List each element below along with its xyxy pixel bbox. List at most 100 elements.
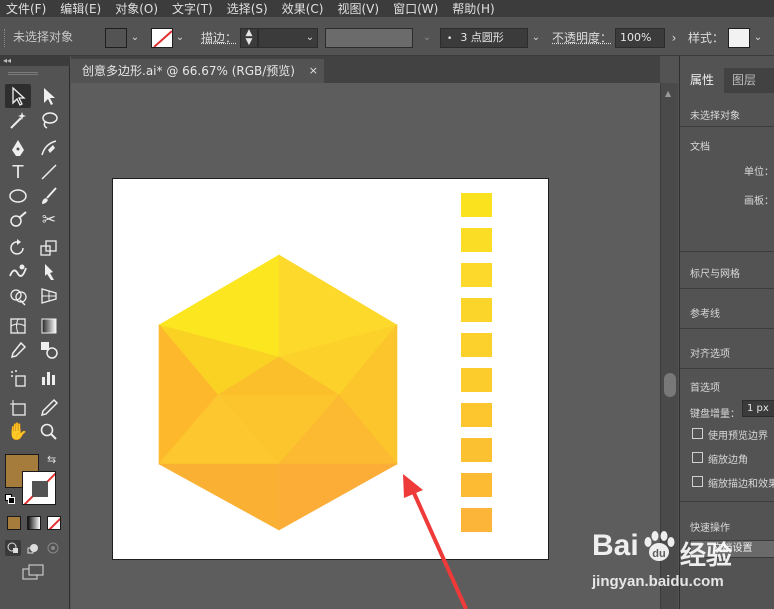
column-graph-tool-icon[interactable]	[36, 366, 62, 390]
color-swatch-square[interactable]	[461, 193, 492, 217]
menu-select[interactable]: 选择(S)	[221, 0, 276, 17]
stroke-label[interactable]: 描边：	[201, 29, 237, 47]
line-segment-tool-icon[interactable]	[36, 160, 62, 184]
artboard-label: 画板：	[744, 196, 774, 207]
magic-wand-tool-icon[interactable]	[5, 108, 31, 132]
color-swatch-square[interactable]	[461, 368, 492, 392]
gradient-mode-icon[interactable]	[27, 516, 41, 530]
color-swatch-square[interactable]	[461, 403, 492, 427]
blend-tool-icon[interactable]	[36, 338, 62, 362]
align-options-section[interactable]: 对齐选项	[690, 345, 730, 360]
scale-corners-checkbox[interactable]	[692, 452, 703, 463]
stroke-color-box[interactable]	[22, 471, 56, 505]
draw-inside-icon[interactable]	[45, 540, 61, 556]
graphic-style-swatch[interactable]	[728, 28, 750, 48]
tools-grip[interactable]	[8, 72, 38, 75]
unit-label: 单位：	[744, 167, 774, 178]
menu-effect[interactable]: 效果(C)	[276, 0, 332, 17]
symbol-sprayer-tool-icon[interactable]	[5, 366, 31, 390]
profile-chevron-icon[interactable]: ⌄	[420, 28, 434, 48]
opacity-label[interactable]: 不透明度：	[552, 29, 612, 47]
slice-tool-icon[interactable]	[36, 396, 62, 420]
opacity-input[interactable]: 100%	[615, 28, 665, 48]
hexagon-facet[interactable]	[278, 463, 399, 531]
variable-width-profile[interactable]	[325, 28, 413, 48]
menu-view[interactable]: 视图(V)	[331, 0, 387, 17]
perspective-grid-tool-icon[interactable]	[36, 284, 62, 308]
tools-collapse-icon[interactable]: ◂◂	[0, 56, 70, 66]
curvature-tool-icon[interactable]	[36, 136, 62, 160]
control-bar-grip[interactable]	[4, 29, 8, 47]
brush-definition[interactable]: • 3 点圆形	[440, 28, 528, 48]
rulers-grid-section[interactable]: 标尺与网格	[690, 265, 740, 280]
opacity-slider-arrow-icon[interactable]: ›	[667, 28, 681, 48]
menu-help[interactable]: 帮助(H)	[446, 0, 502, 17]
watermark-brand: Bai	[592, 529, 639, 562]
fill-color-swatch[interactable]	[105, 28, 127, 48]
pen-tool-icon[interactable]	[5, 136, 31, 160]
color-swatch-square[interactable]	[461, 263, 492, 287]
document-tab[interactable]: 创意多边形.ai* @ 66.67% (RGB/预览) ×	[71, 59, 324, 83]
tab-layers[interactable]: 图层	[722, 68, 766, 93]
menu-file[interactable]: 文件(F)	[0, 0, 54, 17]
color-swatch-square[interactable]	[461, 333, 492, 357]
guides-section[interactable]: 参考线	[690, 305, 720, 320]
brush-dot-icon: •	[447, 34, 453, 44]
gradient-tool-icon[interactable]	[36, 314, 62, 338]
stroke-weight-chevron-icon[interactable]: ⌄	[303, 28, 317, 48]
menu-window[interactable]: 窗口(W)	[387, 0, 446, 17]
scroll-up-icon[interactable]: ▲	[665, 89, 671, 98]
hand-tool-icon[interactable]: ✋	[5, 420, 31, 444]
draw-behind-icon[interactable]	[25, 540, 41, 556]
color-swatch-square[interactable]	[461, 298, 492, 322]
stroke-color-swatch[interactable]	[151, 28, 173, 48]
menu-object[interactable]: 对象(O)	[109, 0, 166, 17]
canvas-area[interactable]	[71, 83, 660, 609]
brush-label: 3 点圆形	[460, 31, 504, 44]
none-mode-icon[interactable]	[47, 516, 61, 530]
no-stroke-icon	[153, 30, 172, 47]
zoom-tool-icon[interactable]	[36, 420, 62, 444]
eyedropper-tool-icon[interactable]	[5, 338, 31, 362]
puppet-warp-tool-icon[interactable]	[36, 260, 62, 284]
scissors-tool-icon[interactable]: ✂	[36, 208, 62, 232]
color-swatch-square[interactable]	[461, 508, 492, 532]
ellipse-tool-icon[interactable]	[5, 184, 31, 208]
color-mode-icon[interactable]	[7, 516, 21, 530]
scale-strokes-effects-checkbox[interactable]	[692, 476, 703, 487]
baidu-paw-icon: du	[644, 531, 675, 561]
swap-colors-icon[interactable]: ⇆	[47, 453, 56, 466]
menu-edit[interactable]: 编辑(E)	[54, 0, 109, 17]
stroke-weight-stepper[interactable]: ▲ ▼	[240, 28, 258, 48]
rotate-tool-icon[interactable]	[5, 236, 31, 260]
hexagon-facet[interactable]	[158, 463, 280, 531]
shape-builder-tool-icon[interactable]	[5, 284, 31, 308]
use-preview-bounds-checkbox[interactable]	[692, 428, 703, 439]
color-swatch-square[interactable]	[461, 438, 492, 462]
artboard-tool-icon[interactable]	[5, 396, 31, 420]
color-swatch-square[interactable]	[461, 228, 492, 252]
screen-mode-icon[interactable]	[22, 564, 46, 580]
scrollbar-thumb[interactable]	[664, 373, 676, 397]
menu-type[interactable]: 文字(T)	[166, 0, 221, 17]
tab-properties[interactable]: 属性	[680, 68, 725, 93]
scale-tool-icon[interactable]	[36, 236, 62, 260]
draw-normal-icon[interactable]	[5, 540, 21, 556]
paintbrush-tool-icon[interactable]	[36, 184, 62, 208]
close-icon[interactable]: ×	[309, 59, 318, 83]
shaper-tool-icon[interactable]	[5, 208, 31, 232]
lasso-tool-icon[interactable]	[36, 108, 62, 132]
artboard[interactable]	[112, 178, 549, 560]
fill-dropdown-chevron-icon[interactable]: ⌄	[128, 28, 142, 48]
style-chevron-icon[interactable]: ⌄	[751, 28, 765, 48]
direct-selection-tool-icon[interactable]	[36, 84, 62, 108]
default-colors-icon[interactable]	[5, 494, 15, 504]
brush-chevron-icon[interactable]: ⌄	[529, 28, 543, 48]
color-swatch-square[interactable]	[461, 473, 492, 497]
warp-tool-icon[interactable]	[5, 260, 31, 284]
stroke-dropdown-chevron-icon[interactable]: ⌄	[173, 28, 187, 48]
mesh-tool-icon[interactable]	[5, 314, 31, 338]
keyboard-increment-input[interactable]: 1 px	[742, 400, 774, 417]
type-tool-icon[interactable]: T	[5, 160, 31, 184]
selection-tool-icon[interactable]	[5, 84, 31, 108]
